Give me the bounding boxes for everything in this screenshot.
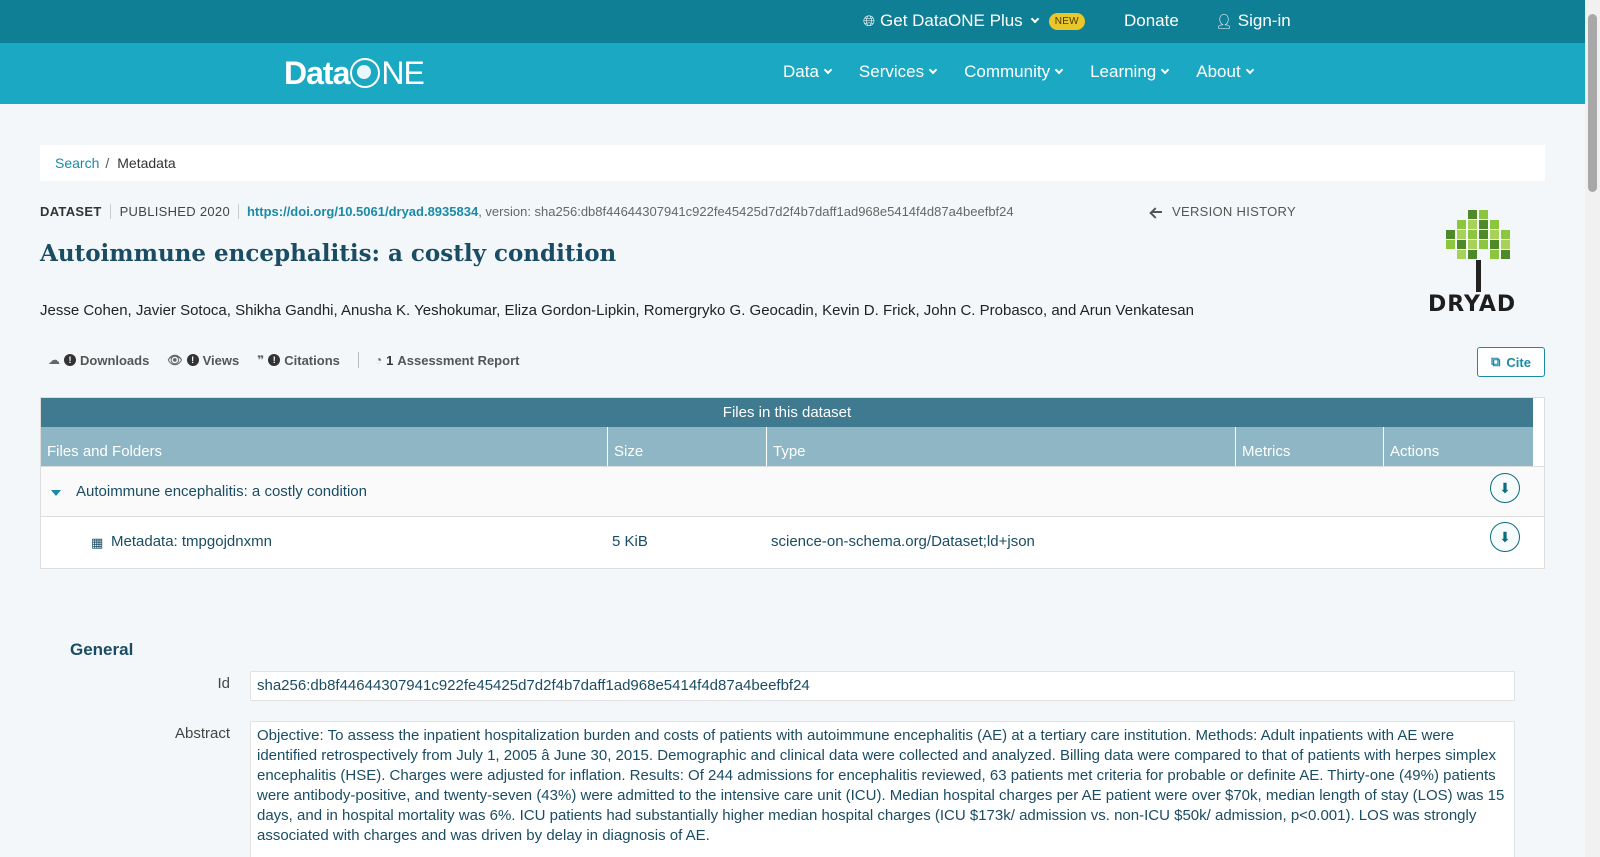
chevron-down-icon xyxy=(1245,65,1254,75)
exclamation-icon: ! xyxy=(186,354,199,366)
dataone-logo[interactable]: Data NE xyxy=(284,52,425,94)
nav-data[interactable]: Data xyxy=(783,62,833,82)
dataset-title: Autoimmune encephalitis: a costly condit… xyxy=(40,240,617,267)
breadcrumb-separator: / xyxy=(105,155,110,171)
files-table-header: Files and Folders Size Type Metrics Acti… xyxy=(41,427,1533,466)
files-table: Files in this dataset Files and Folders … xyxy=(40,397,1545,569)
table-row-file[interactable]: ▦ Metadata: tmpgojdnxmn 5 KiB science-on… xyxy=(41,516,1544,566)
nav-learning-label: Learning xyxy=(1090,62,1157,81)
col-type[interactable]: Type xyxy=(766,427,1235,466)
chevron-down-icon xyxy=(928,65,938,75)
sign-in-link[interactable]: 👤︎ Sign-in xyxy=(1215,11,1291,31)
dryad-repository-logo[interactable]: DRYAD xyxy=(1428,208,1538,318)
files-table-caption: Files in this dataset xyxy=(41,398,1533,427)
utility-bar: 🌐︎ Get DataONE Plus NEW Donate 👤︎ Sign-i… xyxy=(0,0,1585,43)
doi-link[interactable]: https://doi.org/10.5061/dryad.8935834 xyxy=(237,204,478,219)
views-label: Views xyxy=(202,352,240,368)
logo-text-data: Data xyxy=(284,54,350,91)
col-actions: Actions xyxy=(1383,427,1533,466)
arrow-left-icon xyxy=(1150,207,1162,217)
folder-name[interactable]: Autoimmune encephalitis: a costly condit… xyxy=(76,483,367,500)
dataset-meta-line: DATASET PUBLISHED 2020 https://doi.org/1… xyxy=(40,204,1014,219)
eye-icon: 👁︎ xyxy=(167,353,183,367)
nav-about[interactable]: About xyxy=(1196,62,1254,82)
chevron-down-icon xyxy=(1161,65,1170,75)
col-size[interactable]: Size xyxy=(607,427,766,466)
version-history-label: VERSION HISTORY xyxy=(1172,204,1296,219)
nav-about-label: About xyxy=(1196,62,1241,81)
table-row-folder[interactable]: Autoimmune encephalitis: a costly condit… xyxy=(41,466,1544,516)
logo-text-ne: NE xyxy=(381,54,424,91)
nav-community-label: Community xyxy=(964,62,1051,81)
general-section-heading: General xyxy=(70,640,134,659)
new-badge: NEW xyxy=(1048,12,1085,30)
globe-icon xyxy=(350,58,381,88)
dashboard-icon: ◔ xyxy=(374,353,383,367)
downloads-metric[interactable]: ☁︎ ! Downloads xyxy=(48,353,149,368)
file-type: science-on-schema.org/Dataset;ld+json xyxy=(771,533,1035,550)
col-metrics: Metrics xyxy=(1235,427,1383,466)
scrollbar-thumb[interactable] xyxy=(1588,14,1597,192)
dataset-authors: Jesse Cohen, Javier Sotoca, Shikha Gandh… xyxy=(40,302,1194,319)
id-label: Id xyxy=(217,675,230,692)
chevron-down-icon xyxy=(1030,14,1039,24)
tree-trunk xyxy=(1476,260,1481,292)
main-navigation: Data NE Data Services Community Learning … xyxy=(0,43,1585,104)
file-size: 5 KiB xyxy=(612,533,648,550)
nav-data-label: Data xyxy=(783,62,819,81)
caret-down-icon[interactable] xyxy=(51,490,61,496)
cite-button[interactable]: ⧉ Cite xyxy=(1477,347,1545,377)
dryad-logo-text: DRYAD xyxy=(1428,292,1517,317)
get-dataone-plus-label: Get DataONE Plus xyxy=(880,11,1023,30)
chevron-down-icon xyxy=(1054,65,1064,75)
download-file-button[interactable]: ⬇︎ xyxy=(1490,522,1520,552)
metrics-divider xyxy=(357,352,359,368)
user-icon: 👤︎ xyxy=(1215,12,1233,29)
cloud-download-icon: ☁︎ xyxy=(48,353,60,367)
nav-learning[interactable]: Learning xyxy=(1090,62,1170,82)
breadcrumb: Search / Metadata xyxy=(40,145,1545,181)
table-icon: ▦ xyxy=(91,535,104,550)
published-year: PUBLISHED 2020 xyxy=(109,204,230,219)
nav-services[interactable]: Services xyxy=(858,62,938,82)
breadcrumb-current: Metadata xyxy=(117,155,176,171)
abstract-value: Objective: To assess the inpatient hospi… xyxy=(250,721,1515,857)
metrics-row: ☁︎ ! Downloads 👁︎ ! Views ❞ ! Citations … xyxy=(48,352,537,368)
nav-services-label: Services xyxy=(858,62,925,81)
cite-label: Cite xyxy=(1506,354,1531,370)
quote-icon: ❞ xyxy=(257,353,265,367)
cloud-download-icon: ⬇︎ xyxy=(1499,528,1511,545)
breadcrumb-search-link[interactable]: Search xyxy=(55,155,99,171)
chevron-down-icon xyxy=(823,65,833,75)
nav-links: Data Services Community Learning About xyxy=(783,62,1254,82)
cloud-download-icon: ⬇︎ xyxy=(1499,479,1511,496)
file-name[interactable]: Metadata: tmpgojdnxmn xyxy=(111,533,272,550)
version-string: , version: sha256:db8f44644307941c922fe4… xyxy=(478,204,1014,219)
col-files-and-folders[interactable]: Files and Folders xyxy=(41,427,607,466)
assessment-label: Assessment Report xyxy=(397,352,520,368)
get-dataone-plus-menu[interactable]: 🌐︎ Get DataONE Plus NEW xyxy=(863,11,1085,31)
download-folder-button[interactable]: ⬇︎ xyxy=(1490,473,1520,503)
assessment-count: 1 xyxy=(386,352,394,368)
dataset-kind: DATASET xyxy=(40,204,102,219)
citations-label: Citations xyxy=(284,352,340,368)
exclamation-icon: ! xyxy=(268,354,281,366)
abstract-label: Abstract xyxy=(174,725,230,742)
exclamation-icon: ! xyxy=(64,354,76,366)
downloads-label: Downloads xyxy=(80,352,150,368)
id-value: sha256:db8f44644307941c922fe45425d7d2f4b… xyxy=(250,671,1515,701)
version-history-link[interactable]: VERSION HISTORY xyxy=(1150,204,1296,219)
assessment-report-link[interactable]: ◔ 1 Assessment Report xyxy=(375,353,520,368)
donate-link[interactable]: Donate xyxy=(1124,11,1179,31)
nav-community[interactable]: Community xyxy=(964,62,1064,82)
copy-icon: ⧉ xyxy=(1491,354,1501,369)
sign-in-label: Sign-in xyxy=(1237,11,1291,30)
citations-metric[interactable]: ❞ ! Citations xyxy=(257,353,340,368)
views-metric[interactable]: 👁︎ ! Views xyxy=(167,353,239,368)
page-scrollbar[interactable] xyxy=(1585,0,1600,857)
globe-sparkle-icon: 🌐︎ xyxy=(863,12,876,30)
